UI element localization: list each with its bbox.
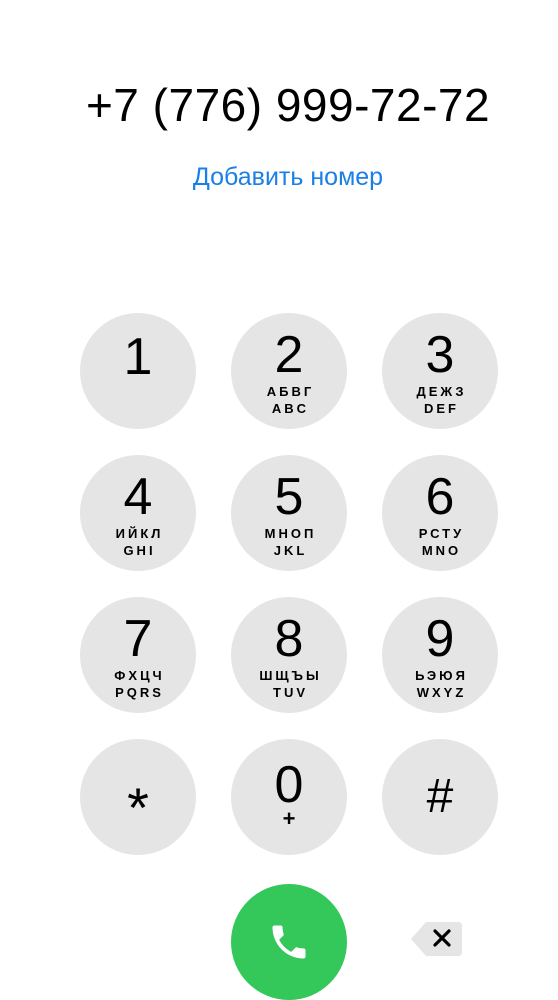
key-6[interactable]: 6 РСТУ MNO	[382, 455, 498, 571]
add-number-link[interactable]: Добавить номер	[0, 163, 558, 192]
key-3[interactable]: 3 ДЕЖЗ DEF	[382, 313, 498, 429]
key-letters-en: DEF	[424, 401, 459, 416]
dialed-number: +7 (776) 999-72-72	[85, 79, 491, 131]
key-letters-en: GHI	[123, 543, 156, 558]
key-digit: #	[426, 770, 454, 823]
key-digit: 0	[274, 756, 304, 814]
key-letters-en: WXYZ	[416, 685, 467, 700]
key-letters-ru: ДЕЖЗ	[416, 384, 467, 399]
key-letters-en: ABC	[271, 401, 310, 416]
key-digit: 3	[425, 326, 455, 384]
key-digit: *	[127, 776, 149, 839]
key-letters-ru: АБВГ	[266, 384, 315, 399]
key-letters-en: MNO	[421, 543, 462, 558]
key-digit: 9	[425, 610, 455, 668]
key-digit: 8	[274, 610, 304, 668]
key-digit: 6	[425, 468, 455, 526]
key-2[interactable]: 2 АБВГ ABC	[231, 313, 347, 429]
phone-icon	[272, 925, 306, 959]
key-letters-ru: ФХЦЧ	[114, 668, 165, 683]
backspace-icon	[411, 922, 462, 956]
key-plus: +	[282, 806, 296, 831]
key-9[interactable]: 9 ЬЭЮЯ WXYZ	[382, 597, 498, 713]
key-0[interactable]: 0 +	[231, 739, 347, 855]
dialer-screen: +7 (776) 999-72-72 Добавить номер 1 2 АБ…	[0, 0, 558, 1000]
key-letters-en: TUV	[273, 685, 308, 700]
key-letters-ru: ШЩЪЫ	[259, 668, 322, 683]
key-digit: 5	[274, 468, 304, 526]
key-digit: 7	[123, 610, 153, 668]
key-letters-ru: РСТУ	[418, 526, 465, 541]
key-letters-ru: ЬЭЮЯ	[415, 668, 468, 683]
key-digit: 1	[123, 328, 153, 386]
key-letters-en: PQRS	[115, 685, 164, 700]
key-digit: 4	[123, 468, 153, 526]
key-letters-ru: ИЙКЛ	[115, 526, 164, 541]
key-star[interactable]: *	[80, 739, 196, 855]
key-digit: 2	[274, 326, 304, 384]
key-7[interactable]: 7 ФХЦЧ PQRS	[80, 597, 196, 713]
key-8[interactable]: 8 ШЩЪЫ TUV	[231, 597, 347, 713]
key-letters-en: JKL	[273, 543, 308, 558]
key-4[interactable]: 4 ИЙКЛ GHI	[80, 455, 196, 571]
call-button[interactable]	[231, 884, 347, 1000]
key-5[interactable]: 5 МНОП JKL	[231, 455, 347, 571]
key-1[interactable]: 1	[80, 313, 196, 429]
key-letters-ru: МНОП	[264, 526, 317, 541]
delete-button[interactable]	[408, 918, 464, 960]
key-hash[interactable]: #	[382, 739, 498, 855]
